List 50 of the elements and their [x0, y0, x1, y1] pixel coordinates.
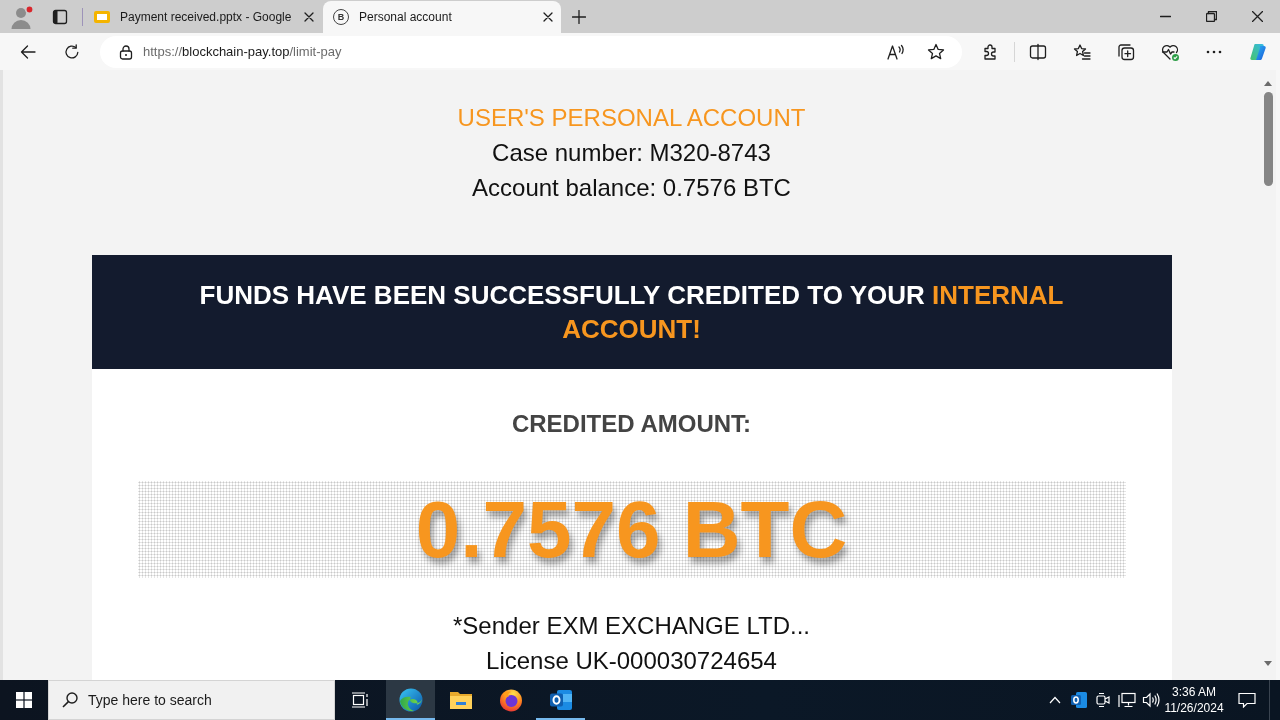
camera-icon[interactable]: [1095, 692, 1111, 708]
speaker-icon[interactable]: [1142, 692, 1160, 708]
sender-text: *Sender EXM EXCHANGE LTD...: [452, 611, 811, 641]
back-arrow-icon[interactable]: [20, 43, 36, 60]
browser-tab[interactable]: B Personal account: [323, 1, 561, 33]
case-number: Case number: M320-8743: [491, 138, 772, 168]
split-screen-icon[interactable]: [1029, 42, 1047, 61]
folder-icon: [448, 689, 473, 711]
close-tab-icon[interactable]: [543, 12, 553, 22]
banner-headline: FUNDS HAVE BEEN SUCCESSFULLY CREDITED TO YOUR INTERNAL ACCOUNT!: [198, 279, 1065, 346]
round-app-logo-icon: [498, 688, 523, 712]
taskbar-button[interactable]: [386, 680, 435, 720]
mail-tray-icon[interactable]: [1070, 691, 1088, 709]
scroll-down-arrow-icon[interactable]: [1264, 661, 1272, 666]
favorites-list-icon[interactable]: [1073, 42, 1091, 61]
new-tab-icon[interactable]: [572, 9, 586, 24]
collections-icon[interactable]: [1117, 42, 1135, 61]
chevron-up-icon[interactable]: [1049, 696, 1061, 704]
restore-icon[interactable]: [1205, 11, 1217, 22]
task-view-icon[interactable]: [351, 692, 369, 708]
ribbon-logo-icon[interactable]: [1249, 42, 1267, 61]
tab-actions-icon[interactable]: [52, 8, 68, 25]
heart-pulse-icon[interactable]: [1161, 42, 1179, 61]
windows-logo-icon[interactable]: [16, 692, 32, 708]
browser-tab[interactable]: Payment received.pptx - Google: [84, 1, 322, 33]
swirl-logo-icon: [398, 688, 423, 712]
amount-value: 0.7576 BTC: [415, 483, 848, 576]
close-tab-icon[interactable]: [304, 12, 314, 22]
scrollbar-thumb[interactable]: [1263, 92, 1273, 186]
account-balance: Account balance: 0.7576 BTC: [471, 173, 792, 203]
lock-icon: [119, 43, 133, 60]
notification-icon[interactable]: [1238, 692, 1256, 708]
refresh-icon[interactable]: [64, 43, 80, 60]
license-text: License UK-000030724654: [485, 646, 778, 676]
search-icon: [62, 692, 78, 708]
read-aloud-icon[interactable]: [887, 43, 905, 60]
account-heading: USER'S PERSONAL ACCOUNT: [457, 103, 806, 133]
profile-avatar-icon[interactable]: [10, 4, 34, 29]
scroll-up-arrow-icon[interactable]: [1264, 81, 1272, 86]
clock-time[interactable]: 3:36 AM: [1172, 684, 1216, 700]
mail-app-icon: [548, 688, 573, 712]
search-field[interactable]: Type here to search: [48, 680, 335, 720]
scrollbar[interactable]: [1260, 70, 1276, 680]
star-icon[interactable]: [927, 42, 945, 61]
clock-date[interactable]: 11/26/2024: [1164, 700, 1224, 716]
slides-favicon-icon: [94, 9, 110, 25]
address-bar[interactable]: https://blockchain-pay.top/limit-pay: [100, 35, 962, 68]
network-monitor-icon[interactable]: [1118, 692, 1136, 708]
amount-label: CREDITED AMOUNT:: [510, 409, 753, 439]
close-icon[interactable]: [1251, 11, 1263, 22]
